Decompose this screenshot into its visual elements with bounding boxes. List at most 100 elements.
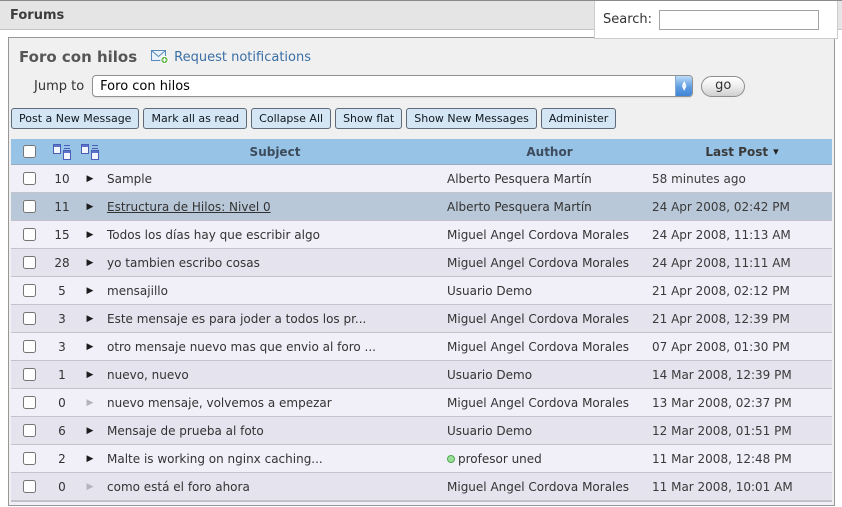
mark-all-read-button[interactable]: Mark all as read [143,108,247,129]
reply-count: 0 [47,389,77,416]
reply-count: 3 [47,305,77,332]
show-new-messages-button[interactable]: Show New Messages [406,108,537,129]
reply-count: 2 [47,445,77,472]
collapse-all-button[interactable]: Collapse All [251,108,331,129]
table-row: 28 ▶ yo tambien escribo cosas Miguel Ang… [11,249,832,277]
jump-to-label: Jump to [34,79,84,94]
table-row: 0 ▶ nuevo mensaje, volvemos a empezar Mi… [11,389,832,417]
row-checkbox[interactable] [23,368,36,381]
row-checkbox[interactable] [23,284,36,297]
thread-subject-link[interactable]: Este mensaje es para joder a todos los p… [107,312,366,326]
reply-count: 6 [47,417,77,444]
reply-count: 28 [47,249,77,276]
thread-last-post: 12 Mar 2008, 01:51 PM [652,417,832,444]
show-flat-button[interactable]: Show flat [335,108,402,129]
reply-count: 3 [47,333,77,360]
last-post-column-header[interactable]: Last Post ▾ [652,139,832,164]
subject-column-header[interactable]: Subject [103,139,447,164]
thread-last-post: 24 Apr 2008, 11:13 AM [652,221,832,248]
thread-rows: 10 ▶ Sample Alberto Pesquera Martín 58 m… [11,165,832,501]
row-checkbox[interactable] [23,340,36,353]
row-checkbox[interactable] [23,172,36,185]
expand-thread-icon[interactable]: ▶ [87,370,94,380]
search-box: Search: [594,1,838,39]
thread-subject-link[interactable]: Sample [107,172,152,186]
thread-subject-link[interactable]: como está el foro ahora [107,480,250,494]
administer-button[interactable]: Administer [541,108,616,129]
messages-count-sort-icon[interactable] [53,144,71,160]
request-notifications-link[interactable]: Request notifications [151,50,311,65]
row-checkbox[interactable] [23,452,36,465]
thread-subject-link[interactable]: Mensaje de prueba al foto [107,424,264,438]
row-checkbox[interactable] [23,480,36,493]
select-stepper-icon: ▲▼ [675,76,692,96]
search-label: Search: [603,12,652,27]
expand-thread-icon[interactable]: ▶ [87,454,94,464]
thread-subject-link[interactable]: nuevo mensaje, volvemos a empezar [107,396,332,410]
clipped-next-row [11,501,832,506]
thread-subject-link[interactable]: Estructura de Hilos: Nivel 0 [107,200,271,214]
top-bar: Forums Search: [0,0,842,30]
table-row: 2 ▶ Malte is working on nginx caching...… [11,445,832,473]
post-new-message-button[interactable]: Post a New Message [11,108,139,129]
row-checkbox[interactable] [23,228,36,241]
envelope-plus-icon [151,50,169,64]
thread-last-post: 07 Apr 2008, 01:30 PM [652,333,832,360]
forum-panel: Foro con hilos Request notifications Jum… [8,37,835,506]
thread-author: Miguel Angel Cordova Morales [447,312,629,326]
expand-thread-icon[interactable]: ▶ [87,230,94,240]
go-button[interactable]: go [701,76,745,97]
expand-thread-icon[interactable]: ▶ [87,258,94,268]
thread-last-post: 24 Apr 2008, 02:42 PM [652,193,832,220]
thread-last-post: 11 Mar 2008, 12:48 PM [652,445,832,472]
thread-subject-link[interactable]: nuevo, nuevo [107,368,189,382]
table-row: 3 ▶ otro mensaje nuevo mas que envio al … [11,333,832,361]
thread-subject-link[interactable]: Todos los días hay que escribir algo [107,228,320,242]
table-row: 15 ▶ Todos los días hay que escribir alg… [11,221,832,249]
table-row: 5 ▶ mensajillo Usuario Demo 21 Apr 2008,… [11,277,832,305]
thread-subject-link[interactable]: yo tambien escribo cosas [107,256,260,270]
row-checkbox[interactable] [23,200,36,213]
thread-last-post: 21 Apr 2008, 02:12 PM [652,277,832,304]
table-row: 6 ▶ Mensaje de prueba al foto Usuario De… [11,417,832,445]
thread-author: Miguel Angel Cordova Morales [447,340,629,354]
reply-count: 0 [47,473,77,500]
expand-thread-icon[interactable]: ▶ [87,342,94,352]
thread-author: Miguel Angel Cordova Morales [447,256,629,270]
table-row: 1 ▶ nuevo, nuevo Usuario Demo 14 Mar 200… [11,361,832,389]
table-header-row: Subject Author Last Post ▾ [11,139,832,165]
jump-to-select[interactable]: Foro con hilos ▲▼ [92,75,693,97]
thread-subject-link[interactable]: Malte is working on nginx caching... [107,452,323,466]
reply-count: 11 [47,193,77,220]
thread-last-post: 13 Mar 2008, 02:37 PM [652,389,832,416]
reply-count: 10 [47,165,77,192]
thread-author: Alberto Pesquera Martín [447,200,592,214]
row-checkbox[interactable] [23,396,36,409]
expand-thread-icon[interactable]: ▶ [87,174,94,184]
expand-thread-icon[interactable]: ▶ [87,314,94,324]
row-checkbox[interactable] [23,424,36,437]
expand-thread-icon[interactable]: ▶ [87,286,94,296]
thread-subject-link[interactable]: otro mensaje nuevo mas que envio al foro… [107,340,376,354]
expand-thread-icon[interactable]: ▶ [87,202,94,212]
row-checkbox[interactable] [23,312,36,325]
expand-thread-icon[interactable]: ▶ [87,426,94,436]
thread-author: Usuario Demo [447,424,532,438]
thread-last-post: 14 Mar 2008, 12:39 PM [652,361,832,388]
table-row: 11 ▶ Estructura de Hilos: Nivel 0 Albert… [11,193,832,221]
row-checkbox[interactable] [23,256,36,269]
search-input[interactable] [659,10,819,30]
unread-messages-sort-icon[interactable] [81,144,99,160]
thread-author: Miguel Angel Cordova Morales [447,228,629,242]
expand-thread-icon: ▶ [87,482,94,492]
thread-subject-link[interactable]: mensajillo [107,284,168,298]
select-all-checkbox[interactable] [23,145,36,158]
page-title: Forums [10,8,64,23]
online-indicator-icon [447,455,455,463]
author-column-header[interactable]: Author [447,139,652,164]
sort-desc-icon: ▾ [773,145,779,158]
table-row: 3 ▶ Este mensaje es para joder a todos l… [11,305,832,333]
thread-author: Miguel Angel Cordova Morales [447,480,629,494]
reply-count: 1 [47,361,77,388]
thread-author: Miguel Angel Cordova Morales [447,396,629,410]
